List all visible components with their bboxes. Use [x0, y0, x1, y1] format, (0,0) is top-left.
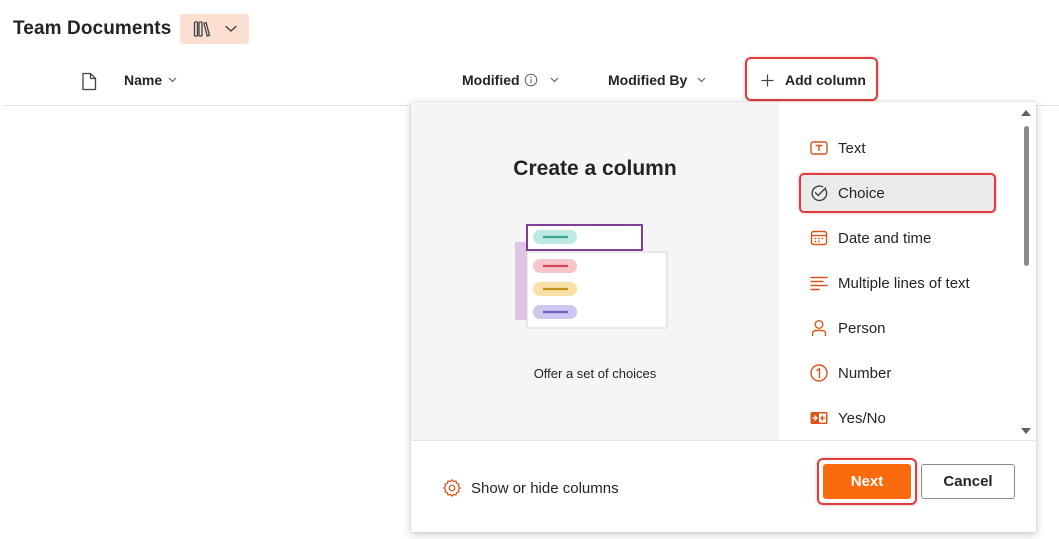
column-header-modified-label: Modified	[462, 72, 520, 88]
chevron-down-icon	[225, 25, 237, 32]
view-switcher-button[interactable]	[180, 14, 250, 44]
option-multiple-lines-label: Multiple lines of text	[838, 274, 970, 292]
column-header-name-label: Name	[124, 72, 163, 88]
library-header: Team Documents	[13, 14, 250, 44]
column-header-name[interactable]: Name	[124, 72, 177, 88]
file-type-icon[interactable]	[81, 72, 97, 91]
gear-icon	[443, 479, 461, 497]
cancel-button[interactable]: Cancel	[921, 464, 1015, 499]
option-yes-no[interactable]: Yes/No	[809, 400, 886, 436]
option-text-label: Text	[838, 139, 866, 157]
show-hide-columns-label: Show or hide columns	[471, 479, 619, 497]
panel-footer-divider	[411, 440, 1036, 441]
scroll-down-arrow-icon[interactable]	[1019, 426, 1033, 436]
choice-highlight	[799, 173, 996, 213]
panel-title: Create a column	[513, 157, 677, 180]
text-icon	[809, 138, 829, 158]
chevron-down-icon	[697, 77, 706, 83]
column-header-modified-by[interactable]: Modified By	[608, 72, 706, 88]
preview-pane: Create a column Offer a set of choices	[411, 102, 779, 440]
option-multiple-lines[interactable]: Multiple lines of text	[809, 265, 970, 301]
add-column-button[interactable]: Add column	[761, 72, 866, 88]
option-date-time[interactable]: Date and time	[809, 220, 931, 256]
panel-caption: Offer a set of choices	[533, 366, 657, 381]
plus-icon	[761, 74, 774, 86]
option-person-label: Person	[838, 319, 886, 337]
multiline-icon	[809, 273, 829, 293]
create-column-panel: Create a column Offer a set of choices T…	[411, 102, 1036, 532]
option-date-time-label: Date and time	[838, 229, 932, 247]
show-hide-columns-link[interactable]: Show or hide columns	[442, 478, 619, 498]
page-title: Team Documents	[13, 18, 172, 39]
number-icon	[809, 363, 829, 383]
person-icon	[809, 318, 829, 338]
column-header-modified-by-label: Modified By	[608, 72, 688, 88]
column-header-modified[interactable]: Modified	[462, 72, 559, 88]
option-list-scrollbar[interactable]	[1019, 108, 1033, 436]
option-text[interactable]: Text	[809, 130, 866, 166]
option-person[interactable]: Person	[809, 310, 886, 346]
library-icon	[193, 21, 210, 37]
scroll-thumb[interactable]	[1024, 126, 1029, 266]
chevron-down-icon	[550, 77, 558, 83]
option-number-label: Number	[838, 364, 892, 382]
next-button[interactable]: Next	[823, 464, 911, 499]
column-type-list: Text Choice Date and time Multiple lines…	[779, 102, 1036, 440]
chevron-down-icon	[168, 77, 177, 83]
option-number[interactable]: Number	[809, 355, 891, 391]
scroll-up-arrow-icon[interactable]	[1019, 108, 1033, 118]
add-column-label: Add column	[785, 72, 866, 88]
choice-illustration	[515, 224, 668, 329]
info-icon[interactable]	[524, 73, 538, 87]
yes-no-icon	[809, 408, 829, 428]
calendar-icon	[809, 228, 829, 248]
option-yes-no-label: Yes/No	[838, 409, 886, 427]
